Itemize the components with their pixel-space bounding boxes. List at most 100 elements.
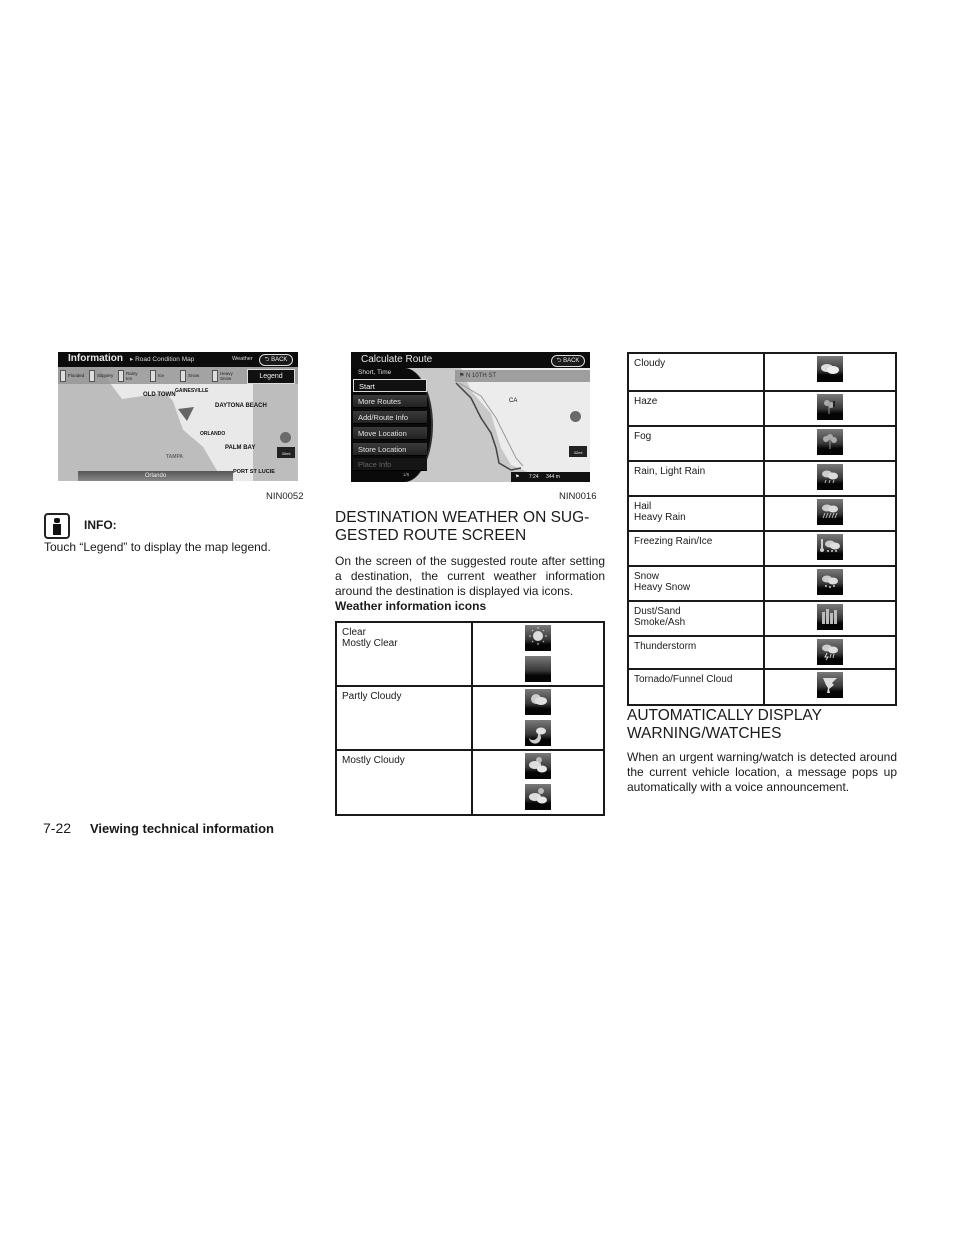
haze-icon: [817, 394, 843, 420]
icon-cell: [763, 600, 897, 637]
map-label: ORLANDO: [200, 431, 226, 437]
scale-indicator[interactable]: 32mi: [569, 446, 587, 457]
vehicle-position-icon: [178, 407, 194, 421]
calculate-route-screenshot: Calculate Route ⮌ BACK ⚑ N 10TH ST CA Sh…: [351, 352, 590, 482]
info-icon: [44, 513, 70, 539]
dust-icon: [817, 604, 843, 630]
legend-item: Snow: [180, 369, 199, 382]
map-label: PORT ST LUCIE: [233, 469, 275, 475]
figure-id: NIN0052: [266, 491, 304, 502]
map-label: GAINESVILLE: [175, 388, 209, 394]
icon-cell: [763, 425, 897, 462]
menu-item-store-location[interactable]: Store Location: [353, 443, 427, 456]
road-condition-map-screenshot: Information ▸ Road Condition Map Weather…: [58, 352, 298, 481]
auto-warning-paragraph: When an urgent warning/watch is detected…: [627, 750, 897, 794]
icon-cell: [471, 749, 605, 816]
table-row: Rain, Light Rain: [627, 460, 897, 497]
route-line: [455, 382, 524, 471]
condition-label: Snow Heavy Snow: [627, 565, 765, 602]
table-row: Thunderstorm: [627, 635, 897, 670]
section-heading-auto-warning: AUTOMATICALLY DISPLAY WARNING/WATCHES: [627, 707, 822, 742]
table-row: Dust/Sand Smoke/Ash: [627, 600, 897, 637]
moon-clouds-icon: [525, 784, 551, 810]
table-row: Tornado/Funnel Cloud: [627, 668, 897, 706]
back-button[interactable]: ⮌ BACK: [259, 354, 293, 366]
map-label: PALM BAY: [225, 445, 256, 451]
weather-label: Weather: [232, 356, 253, 362]
sun-clouds-icon: [525, 753, 551, 779]
distance: 344 m: [546, 474, 560, 480]
sun-cloud-icon: [525, 689, 551, 715]
condition-label: Hail Heavy Rain: [627, 495, 765, 532]
table-row: Cloudy: [627, 352, 897, 392]
table-row: Clear Mostly Clear: [335, 621, 605, 687]
title-bar: Information ▸ Road Condition Map Weather…: [58, 352, 298, 367]
info-label: INFO:: [84, 518, 117, 532]
menu-item-more-routes[interactable]: More Routes: [353, 395, 427, 408]
route-menu: Short, Time Start More Routes Add/Route …: [351, 368, 433, 482]
table-row: Partly Cloudy: [335, 685, 605, 751]
rain-icon: [817, 464, 843, 490]
map-label: OLD TOWN: [143, 392, 176, 398]
condition-label: Rain, Light Rain: [627, 460, 765, 497]
icon-cell: [763, 390, 897, 427]
condition-label: Cloudy: [627, 352, 765, 392]
sun-icon: [525, 625, 551, 651]
map-label: CA: [509, 398, 518, 404]
weather-icons-table-1: Clear Mostly Clear Partly Cloudy Mostly …: [335, 621, 605, 816]
table-row: Freezing Rain/Ice: [627, 530, 897, 567]
back-button[interactable]: ⮌ BACK: [551, 355, 585, 367]
icon-cell: [763, 565, 897, 602]
table-row: Fog: [627, 425, 897, 462]
menu-item-move-location[interactable]: Move Location: [353, 427, 427, 440]
scale-indicator[interactable]: 30mi: [277, 447, 295, 458]
street-name-bar: ⚑ N 10TH ST: [455, 370, 590, 382]
moon-cloud-icon: [525, 720, 551, 746]
legend-item: Ice: [150, 369, 164, 382]
table-row: Snow Heavy Snow: [627, 565, 897, 602]
legend-item: Slippery: [89, 369, 113, 382]
map-view-icon[interactable]: [570, 411, 581, 422]
moon-icon: [525, 656, 551, 682]
map-view-icon[interactable]: [280, 432, 291, 443]
table-row: Hail Heavy Rain: [627, 495, 897, 532]
legend-button[interactable]: Legend: [247, 369, 295, 384]
menu-item-add-route-info[interactable]: Add/Route Info: [353, 411, 427, 424]
condition-label: Thunderstorm: [627, 635, 765, 670]
icon-cell: [763, 668, 897, 706]
icon-cell: [763, 460, 897, 497]
figure-id: NIN0016: [559, 491, 597, 502]
icon-cell: [763, 495, 897, 532]
breadcrumb: ▸ Road Condition Map: [130, 356, 195, 363]
legend-item: Rainy Ice: [118, 369, 140, 382]
current-city-bar: Orlando: [78, 471, 233, 481]
condition-label: Dust/Sand Smoke/Ash: [627, 600, 765, 637]
weather-icons-subheading: Weather information icons: [335, 599, 487, 613]
page-indicator: 1/6: [403, 472, 410, 477]
icon-cell: [763, 530, 897, 567]
thunderstorm-icon: [817, 639, 843, 665]
section-heading-destination-weather: DESTINATION WEATHER ON SUG- GESTED ROUTE …: [335, 509, 590, 544]
condition-label: Clear Mostly Clear: [335, 621, 473, 687]
screen-title: Calculate Route: [361, 354, 433, 365]
icon-cell: [763, 352, 897, 392]
condition-label: Haze: [627, 390, 765, 427]
icon-cell: [763, 635, 897, 670]
flag-icon: ⚑: [515, 474, 520, 480]
screen-title: Information: [68, 353, 123, 364]
arrival-time: 7:24: [528, 474, 539, 480]
condition-label: Fog: [627, 425, 765, 462]
map-label: DAYTONA BEACH: [215, 403, 267, 409]
condition-label: Mostly Cloudy: [335, 749, 473, 816]
title-bar: Calculate Route ⮌ BACK: [351, 352, 590, 368]
fog-icon: [817, 429, 843, 455]
map-area: [58, 367, 298, 481]
legend-item: Heavy Snow: [212, 369, 236, 382]
condition-label: Freezing Rain/Ice: [627, 530, 765, 567]
weather-icons-table-2: Cloudy Haze Fog Rain, Light Rain Hail Heavy …: [627, 352, 897, 706]
map-label: TAMPA: [166, 454, 184, 460]
menu-item-place-info: Place Info: [353, 458, 427, 471]
icon-cell: [471, 685, 605, 751]
menu-item-start[interactable]: Start: [353, 379, 427, 392]
snow-icon: [817, 569, 843, 595]
